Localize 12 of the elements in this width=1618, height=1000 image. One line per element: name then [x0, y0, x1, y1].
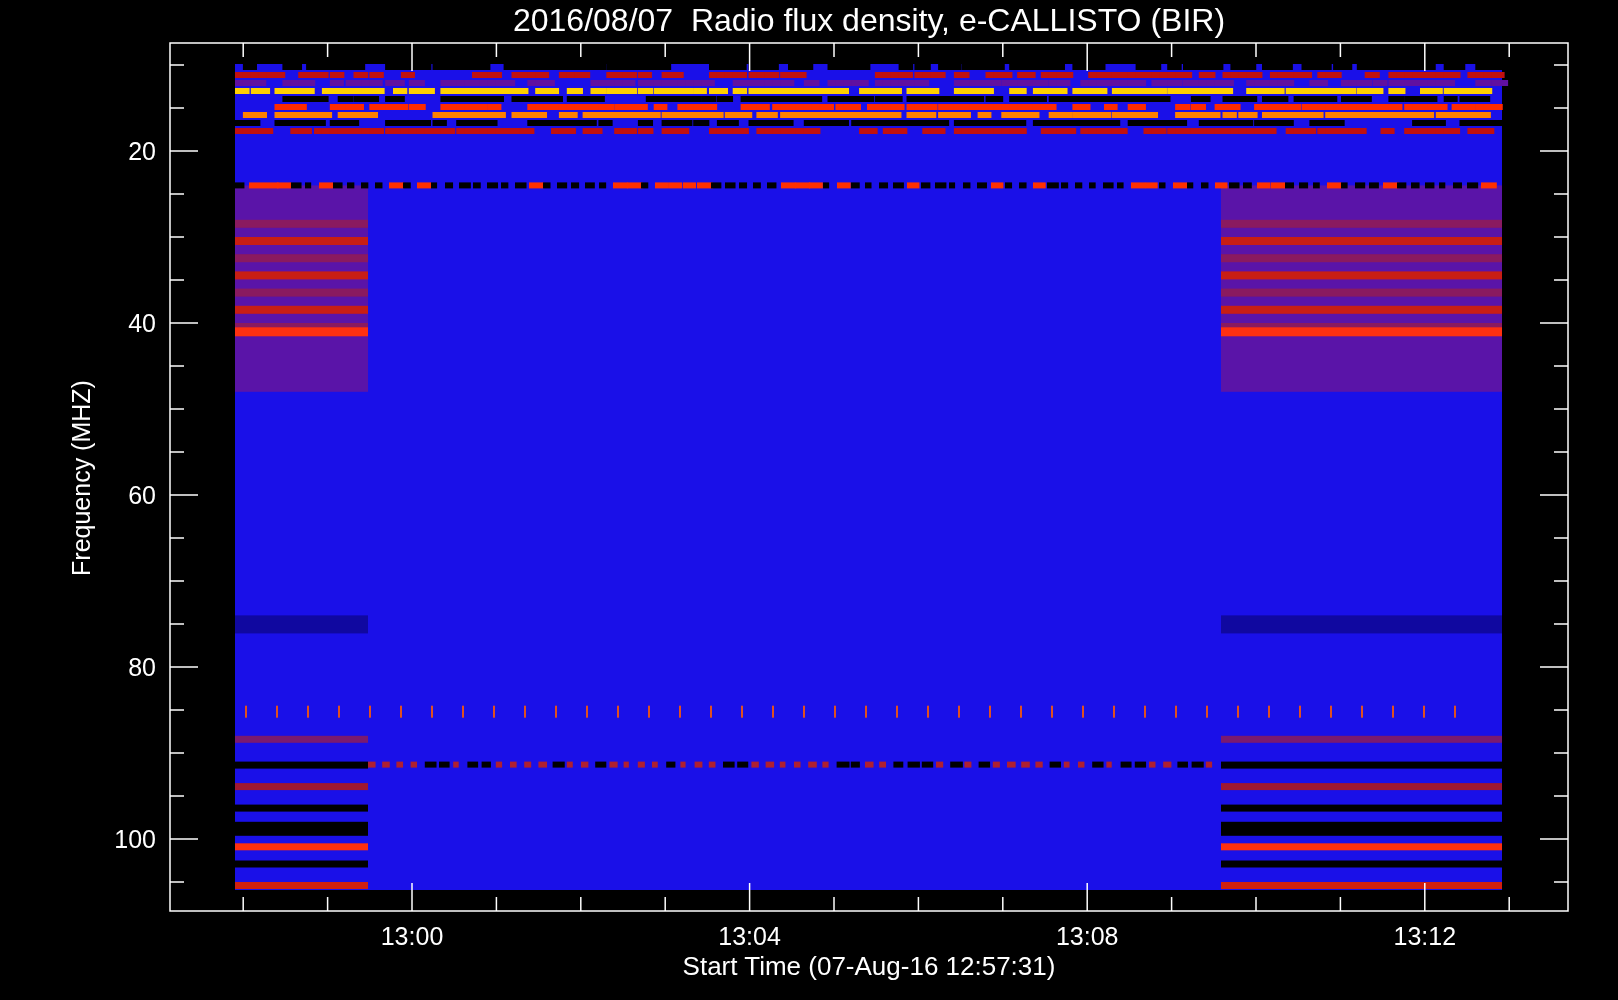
- y-tick-label: 20: [128, 137, 156, 165]
- y-tick-label: 60: [128, 481, 156, 509]
- x-tick-label: 13:12: [1393, 922, 1457, 950]
- y-tick-label: 40: [128, 309, 156, 337]
- x-tick-label: 13:08: [1055, 922, 1119, 950]
- y-axis-label: Frequency (MHZ): [67, 380, 95, 576]
- y-tick-label: 80: [128, 653, 156, 681]
- x-axis-label: Start Time (07-Aug-16 12:57:31): [682, 951, 1056, 981]
- chart-title: 2016/08/07 Radio flux density, e-CALLISTO (BIR): [512, 2, 1226, 38]
- x-tick-label: 13:00: [380, 922, 444, 950]
- x-tick-label: 13:04: [718, 922, 781, 950]
- y-tick-label: 100: [114, 825, 156, 853]
